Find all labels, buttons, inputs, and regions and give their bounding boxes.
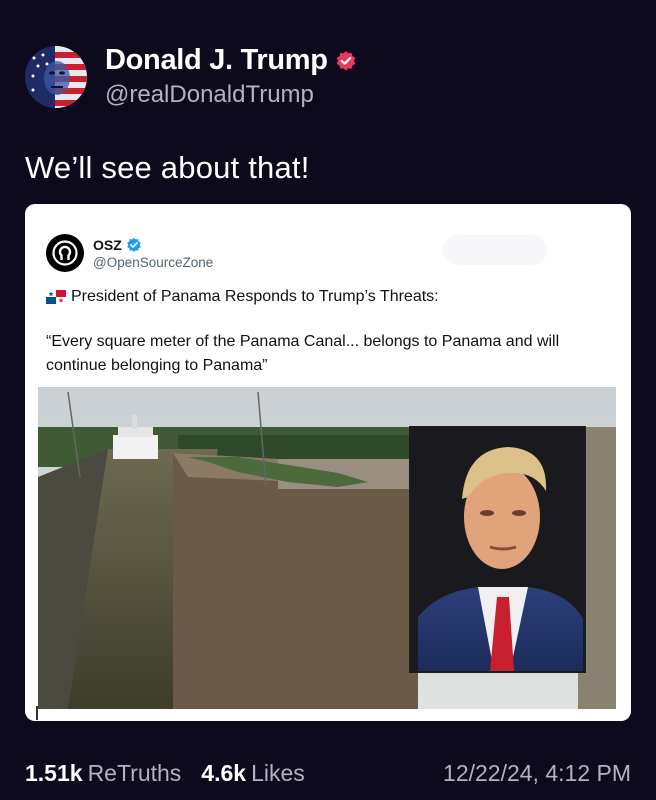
quoted-headline: President of Panama Responds to Trump’s … xyxy=(46,288,439,306)
retruths-count[interactable]: 1.51k xyxy=(25,760,83,787)
panama-flag-icon xyxy=(46,290,66,304)
author-avatar[interactable] xyxy=(25,45,87,108)
quoted-follow-button-faded xyxy=(443,235,547,265)
likes-label[interactable]: Likes xyxy=(251,760,305,787)
post-header: Donald J. Trump @realDonaldTrump xyxy=(25,44,357,109)
quoted-author-info: OSZ @OpenSourceZone xyxy=(93,237,213,270)
author-display-name[interactable]: Donald J. Trump xyxy=(105,44,328,77)
quoted-handle: @OpenSourceZone xyxy=(93,254,214,270)
likes-count[interactable]: 4.6k xyxy=(201,760,246,787)
text-cursor xyxy=(36,706,38,720)
verified-badge-icon xyxy=(335,50,357,72)
post-stats: 1.51k ReTruths 4.6k Likes 12/22/24, 4:12… xyxy=(25,760,631,787)
quoted-header: OSZ @OpenSourceZone xyxy=(46,234,213,272)
author-name-row: Donald J. Trump xyxy=(105,44,357,77)
author-info: Donald J. Trump @realDonaldTrump xyxy=(105,44,357,109)
quoted-display-name: OSZ xyxy=(93,236,122,253)
quoted-quote-text: “Every square meter of the Panama Canal.… xyxy=(46,333,560,374)
quoted-name-row: OSZ xyxy=(93,237,213,253)
quoted-verified-icon xyxy=(126,237,142,253)
quoted-post-card[interactable]: OSZ @OpenSourceZone President of Panama … xyxy=(25,204,631,721)
quoted-headline-text: President of Panama Responds to Trump’s … xyxy=(71,288,439,305)
quoted-image[interactable] xyxy=(38,387,616,709)
author-handle[interactable]: @realDonaldTrump xyxy=(105,81,357,109)
post-text: We’ll see about that! xyxy=(25,150,310,185)
post-timestamp: 12/22/24, 4:12 PM xyxy=(443,760,631,786)
flag-portrait-avatar-icon xyxy=(25,45,87,108)
panama-canal-photo-icon xyxy=(38,387,616,709)
open-source-logo-icon xyxy=(52,240,78,266)
quoted-avatar xyxy=(46,234,84,272)
retruths-label[interactable]: ReTruths xyxy=(88,760,182,787)
